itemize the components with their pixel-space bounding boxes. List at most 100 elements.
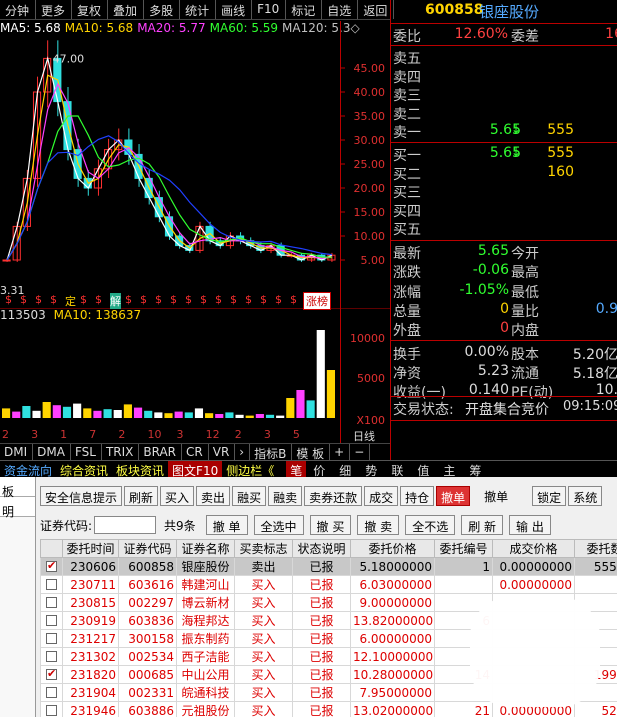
filter-button[interactable]: 全选中 <box>253 515 304 535</box>
trade-button[interactable]: 刷新 <box>124 486 159 506</box>
period-label[interactable]: 日线 <box>353 428 375 444</box>
column-header[interactable]: 委托数 <box>574 539 617 558</box>
row-checkbox[interactable] <box>46 596 57 608</box>
dividend-marker[interactable]: $ <box>35 293 42 306</box>
dividend-marker[interactable]: $ <box>290 293 297 306</box>
dividend-marker[interactable]: $ <box>275 293 282 306</box>
dividend-marker[interactable]: $ <box>185 293 192 306</box>
side-tab[interactable]: 明 <box>0 497 35 519</box>
trade-button[interactable]: 卖券还款 <box>304 486 363 506</box>
volume-chart[interactable]: 10000 5000 X100 <box>0 308 390 426</box>
event-marker[interactable]: 解 <box>110 293 121 309</box>
dividend-marker[interactable]: $ <box>170 293 177 306</box>
dividend-marker[interactable]: $ <box>200 293 207 306</box>
column-header[interactable]: 委托价格 <box>350 539 435 558</box>
filter-button[interactable]: 撤 买 <box>309 515 352 535</box>
indicator-tab[interactable]: − <box>350 444 371 460</box>
row-checkbox[interactable] <box>46 667 57 680</box>
toolbar-button[interactable]: 统计 <box>180 0 217 19</box>
row-checkbox[interactable] <box>46 632 57 644</box>
indicator-tab[interactable]: 模 板 <box>292 444 331 461</box>
info-tab[interactable]: 势 <box>358 461 384 478</box>
indicator-tab[interactable]: CR <box>182 444 209 460</box>
row-checkbox-cell[interactable] <box>40 701 63 717</box>
toolbar-button[interactable]: 多股 <box>144 0 181 19</box>
indicator-tab[interactable]: 指标B <box>250 444 293 461</box>
trade-button[interactable]: 撤单 <box>480 486 512 506</box>
toolbar-button[interactable]: 返回 <box>358 0 395 19</box>
indicator-tab[interactable]: TRIX <box>102 444 140 460</box>
row-checkbox-cell[interactable] <box>40 575 63 594</box>
dividend-marker[interactable]: $ <box>140 293 147 306</box>
indicator-tab[interactable]: DMI <box>0 444 34 460</box>
trade-button[interactable]: 安全信息提示 <box>40 486 123 506</box>
toolbar-button[interactable]: 标记 <box>286 0 323 19</box>
info-tab[interactable]: 主 <box>436 461 462 478</box>
indicator-tab[interactable]: › <box>235 444 251 460</box>
toolbar-button[interactable]: 叠加 <box>108 0 145 19</box>
dividend-marker[interactable]: $ <box>230 293 237 306</box>
column-header[interactable]: 委托编号 <box>434 539 493 558</box>
info-tab[interactable]: 联 <box>384 461 410 478</box>
info-tab[interactable]: 资金流向 <box>0 461 56 478</box>
trade-button[interactable]: 卖出 <box>196 486 231 506</box>
row-checkbox-cell[interactable] <box>40 665 63 684</box>
filter-button[interactable]: 撤 卖 <box>357 515 400 535</box>
indicator-tab[interactable]: VR <box>209 444 236 460</box>
code-input[interactable] <box>94 516 157 534</box>
column-header[interactable]: 证券名称 <box>176 539 235 558</box>
order-row[interactable]: 230711 603616 韩建河山 买入 已报 6.03000000 0.00000000 <box>40 575 617 594</box>
dividend-marker[interactable]: $ <box>50 293 57 306</box>
column-header[interactable]: 证券代码 <box>118 539 177 558</box>
indicator-tab[interactable]: DMA <box>33 444 71 460</box>
row-checkbox-cell[interactable] <box>40 647 63 666</box>
trade-button[interactable]: 系统 <box>568 486 603 506</box>
info-tab[interactable]: 笔 <box>286 461 307 478</box>
filter-button[interactable]: 输 出 <box>509 515 551 535</box>
info-tab[interactable]: 值 <box>410 461 436 478</box>
dividend-marker[interactable]: $ <box>80 293 87 306</box>
row-checkbox[interactable] <box>46 650 57 662</box>
info-tab[interactable]: 筹 <box>462 461 488 478</box>
row-checkbox[interactable] <box>46 704 57 716</box>
info-tab[interactable]: 综合资讯 <box>56 461 112 478</box>
row-checkbox-cell[interactable] <box>40 629 63 648</box>
trade-button[interactable]: 持仓 <box>400 486 435 506</box>
dividend-marker[interactable]: $ <box>245 293 252 306</box>
dividend-marker[interactable]: $ <box>215 293 222 306</box>
toolbar-button[interactable]: 更多 <box>36 0 73 19</box>
dividend-marker[interactable]: $ <box>125 293 132 306</box>
trade-button[interactable]: 撤单 <box>436 486 471 506</box>
column-header[interactable]: 委托时间 <box>62 539 119 558</box>
filter-button[interactable]: 刷 新 <box>461 515 504 535</box>
row-checkbox-cell[interactable] <box>40 683 63 702</box>
row-checkbox-cell[interactable] <box>40 557 63 576</box>
toolbar-button[interactable]: 自选 <box>322 0 359 19</box>
side-tab[interactable]: 板 <box>0 477 35 499</box>
trade-button[interactable]: 融卖 <box>268 486 303 506</box>
price-chart[interactable]: 45.00 40.00 35.00 30.00 25.00 20.00 15.00 10.00… <box>0 36 390 294</box>
info-tab[interactable]: 细 <box>332 461 358 478</box>
rank-tag[interactable]: 涨榜 <box>303 292 331 310</box>
trade-button[interactable]: 融买 <box>232 486 267 506</box>
column-header[interactable]: 状态说明 <box>292 539 351 558</box>
indicator-tab[interactable]: + <box>330 444 351 460</box>
toolbar-button[interactable]: 复权 <box>72 0 109 19</box>
row-checkbox[interactable] <box>46 559 57 572</box>
indicator-tab[interactable]: FSL <box>71 444 102 460</box>
trade-button[interactable]: 买入 <box>160 486 195 506</box>
trade-button[interactable]: 锁定 <box>532 486 567 506</box>
row-checkbox[interactable] <box>46 578 57 590</box>
toolbar-button[interactable]: 分钟 <box>0 0 37 19</box>
column-header[interactable]: 买卖标志 <box>234 539 293 558</box>
toolbar-button[interactable]: F10 <box>252 0 287 19</box>
trade-button[interactable]: 成交 <box>364 486 399 506</box>
row-checkbox-cell[interactable] <box>40 593 63 612</box>
info-tab[interactable]: 侧边栏《 <box>222 461 278 478</box>
dividend-marker[interactable]: $ <box>5 293 12 306</box>
row-checkbox-cell[interactable] <box>40 611 63 630</box>
dividend-marker[interactable]: $ <box>260 293 267 306</box>
event-marker[interactable]: 定 <box>65 293 76 309</box>
column-header[interactable]: 成交价格 <box>492 539 575 558</box>
toolbar-button[interactable]: 画线 <box>216 0 253 19</box>
